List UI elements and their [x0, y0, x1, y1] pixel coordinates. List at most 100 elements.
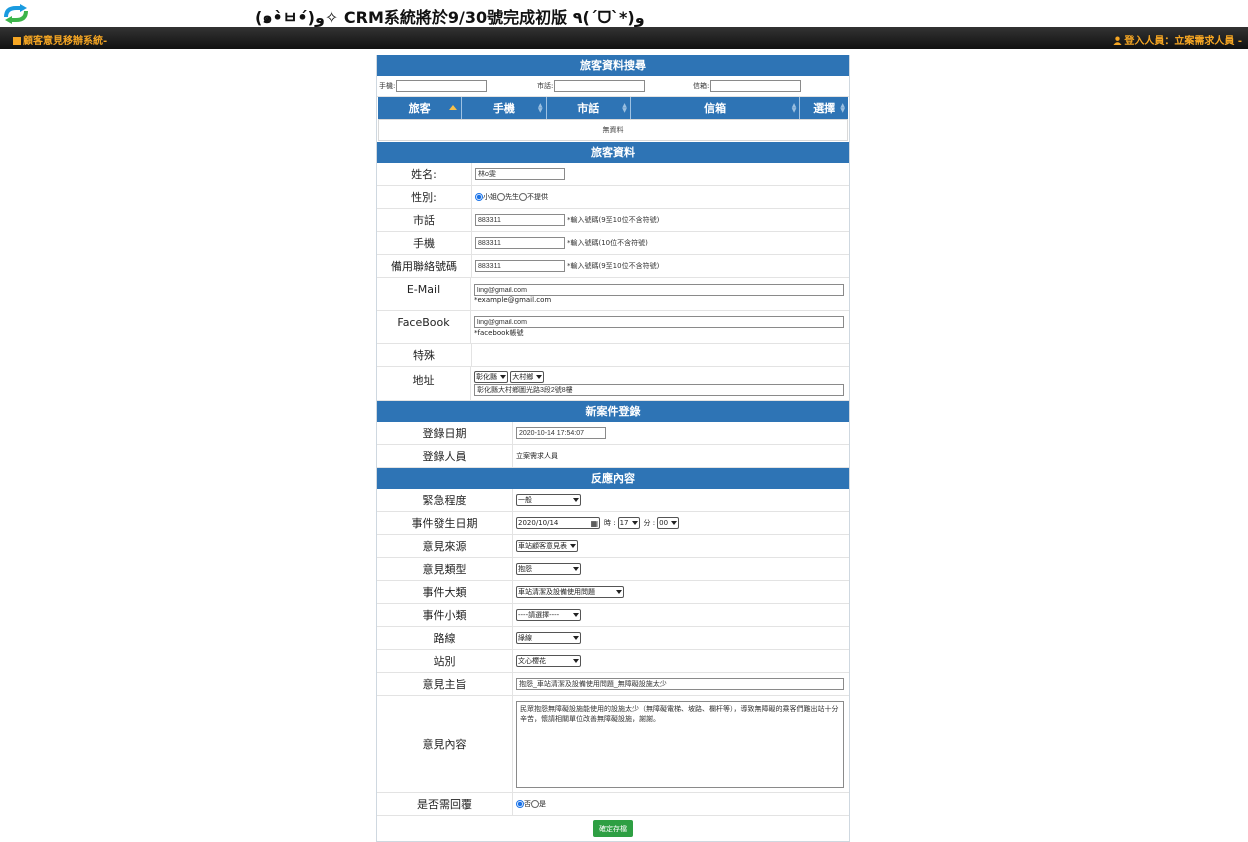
sort-icon: ▲ ▼	[791, 102, 797, 114]
email-search-label: 信箱:	[693, 82, 710, 90]
minute-select[interactable]: 00	[657, 517, 680, 529]
brand-logo	[4, 4, 28, 24]
content-textarea[interactable]: 民眾抱怨無障礙設施能使用的設施太少（無障礙電梯、坡路、欄杆等），導致無障礙的乘客…	[516, 700, 844, 788]
special-label: 特殊	[377, 344, 472, 366]
urgency-select[interactable]: 一般	[516, 494, 581, 506]
station-label: 站別	[377, 650, 513, 672]
email-hint: *example@gmail.com	[474, 296, 552, 304]
chevron-down-icon	[631, 521, 638, 525]
email-row: E-Mail *example@gmail.com	[377, 278, 849, 311]
mobile-row: 手機 *輸入號碼(10位不含符號)	[377, 232, 849, 255]
category-row: 事件大類 車站清潔及設備使用問題	[377, 581, 849, 604]
urgency-label: 緊急程度	[377, 489, 513, 511]
chevron-down-icon	[570, 544, 576, 548]
facebook-label: FaceBook	[377, 311, 471, 343]
gender-radio-mr[interactable]	[497, 193, 505, 201]
phone-input[interactable]	[475, 214, 565, 226]
column-select[interactable]: 選擇 ▲ ▼	[800, 97, 848, 119]
search-filters: 手機: 市話: 信箱:	[377, 76, 849, 97]
content-label: 意見內容	[377, 696, 513, 792]
reply-radio-no[interactable]	[516, 800, 524, 808]
column-passenger[interactable]: 旅客	[378, 97, 463, 119]
content-row: 意見內容 民眾抱怨無障礙設施能使用的設施太少（無障礙電梯、坡路、欄杆等），導致無…	[377, 696, 849, 793]
type-select[interactable]: 抱怨	[516, 563, 581, 575]
system-title[interactable]: 顧客意見移辦系統-	[13, 32, 107, 47]
gender-radio-na[interactable]	[519, 193, 527, 201]
column-email[interactable]: 信箱 ▲ ▼	[631, 97, 801, 119]
email-search-input[interactable]	[710, 80, 802, 92]
subcategory-label: 事件小類	[377, 604, 513, 626]
search-section-title: 旅客資料搜尋	[377, 55, 849, 76]
county-select[interactable]: 彰化縣	[474, 371, 508, 383]
logged-in-user[interactable]: 登入人員：立案需求人員 -	[1113, 32, 1242, 47]
station-row: 站別 文心櫻花	[377, 650, 849, 673]
chevron-down-icon	[616, 590, 622, 594]
backup-phone-input[interactable]	[475, 260, 565, 272]
gender-row: 性別: 小姐 先生 不提供	[377, 186, 849, 209]
phone-row: 市話 *輸入號碼(9至10位不含符號)	[377, 209, 849, 232]
phone-label: 市話	[377, 209, 472, 231]
subject-label: 意見主旨	[377, 673, 513, 695]
township-select[interactable]: 大村鄉	[510, 371, 545, 383]
no-records-message: 無資料	[378, 119, 848, 141]
calendar-icon[interactable]: ▦	[590, 519, 598, 528]
type-row: 意見類型 抱怨	[377, 558, 849, 581]
email-input[interactable]	[474, 284, 844, 296]
backup-phone-label: 備用聯絡號碼	[377, 255, 472, 277]
category-label: 事件大類	[377, 581, 513, 603]
category-select[interactable]: 車站清潔及設備使用問題	[516, 586, 624, 598]
register-staff-label: 登錄人員	[377, 445, 513, 467]
search-results-header: 旅客 手機 ▲ ▼ 市話 ▲ ▼ 信箱 ▲ ▼ 選擇 ▲ ▼	[378, 97, 848, 119]
gender-radio-miss[interactable]	[475, 193, 483, 201]
column-phone[interactable]: 市話 ▲ ▼	[547, 97, 631, 119]
source-label: 意見來源	[377, 535, 513, 557]
sort-icon: ▲ ▼	[840, 102, 845, 114]
subcategory-row: 事件小類 ----請選擇----	[377, 604, 849, 627]
phone-search-label: 市話:	[537, 82, 554, 90]
register-staff-value: 立案需求人員	[516, 452, 558, 460]
mobile-label: 手機	[377, 232, 472, 254]
facebook-input[interactable]	[474, 316, 844, 328]
phone-search-input[interactable]	[554, 80, 646, 92]
subject-input[interactable]	[516, 678, 844, 690]
submit-button[interactable]: 確定存檔	[593, 820, 633, 837]
sort-icon: ▲ ▼	[537, 102, 543, 114]
gender-label: 性別:	[377, 186, 472, 208]
mobile-search-input[interactable]	[396, 80, 488, 92]
name-label: 姓名:	[377, 163, 472, 185]
mobile-search-label: 手機:	[379, 82, 396, 90]
event-date-input[interactable]: 2020/10/14 ▦	[516, 517, 600, 529]
source-select[interactable]: 車站顧客意見表	[516, 540, 578, 552]
urgency-row: 緊急程度 一般	[377, 489, 849, 512]
chevron-down-icon	[500, 375, 506, 379]
mobile-hint: *輸入號碼(10位不含符號)	[567, 239, 648, 247]
chevron-down-icon	[573, 613, 579, 617]
subcategory-select[interactable]: ----請選擇----	[516, 609, 581, 621]
reply-row: 是否需回覆 否 是	[377, 793, 849, 816]
app-header: 顧客意見移辦系統- 登入人員：立案需求人員 -	[0, 27, 1248, 49]
sort-icon: ▲ ▼	[622, 102, 627, 114]
new-case-section-title: 新案件登錄	[377, 401, 849, 422]
chevron-down-icon	[573, 498, 579, 502]
subject-row: 意見主旨	[377, 673, 849, 696]
passenger-section-title: 旅客資料	[377, 142, 849, 163]
column-mobile[interactable]: 手機 ▲ ▼	[462, 97, 547, 119]
hour-select[interactable]: 17	[617, 517, 640, 529]
name-row: 姓名:	[377, 163, 849, 186]
chevron-down-icon	[573, 567, 579, 571]
backup-phone-row: 備用聯絡號碼 *輸入號碼(9至10位不含符號)	[377, 255, 849, 278]
mobile-input[interactable]	[475, 237, 565, 249]
reply-radio-yes[interactable]	[531, 800, 539, 808]
register-date-input[interactable]	[516, 427, 606, 439]
event-date-row: 事件發生日期 2020/10/14 ▦ 時 : 17 分 : 00	[377, 512, 849, 535]
chevron-down-icon	[573, 659, 579, 663]
sort-asc-icon	[449, 105, 458, 110]
address-input[interactable]	[474, 384, 844, 396]
phone-hint: *輸入號碼(9至10位不含符號)	[567, 216, 660, 224]
event-date-label: 事件發生日期	[377, 512, 513, 534]
line-select[interactable]: 綠線	[516, 632, 581, 644]
backup-phone-hint: *輸入號碼(9至10位不含符號)	[567, 262, 660, 270]
facebook-row: FaceBook *facebook帳號	[377, 311, 849, 344]
name-input[interactable]	[475, 168, 565, 180]
station-select[interactable]: 文心櫻花	[516, 655, 581, 667]
